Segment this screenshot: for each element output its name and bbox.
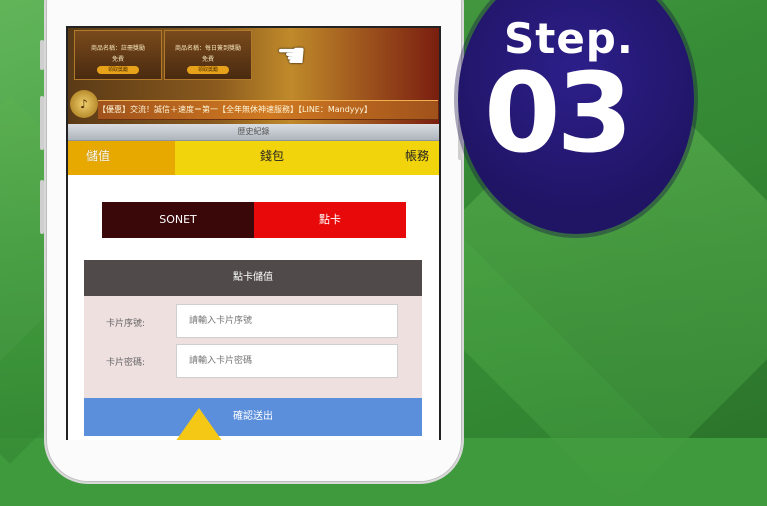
- phone-side-button: [40, 180, 44, 234]
- speaker-icon: ♪: [70, 90, 98, 118]
- serial-input[interactable]: [176, 304, 398, 338]
- promo-card: 商品名稱：註冊獎勵 免費 領取獎勵: [74, 30, 162, 80]
- phone-side-button: [40, 40, 44, 70]
- promo-card-price: 免費: [111, 56, 124, 63]
- tab-topup[interactable]: 儲值: [68, 141, 175, 175]
- point-card-form: 點卡儲值 卡片序號: 卡片密碼: 確認送出: [84, 260, 422, 440]
- claim-reward-button[interactable]: 領取獎勵: [97, 66, 139, 74]
- form-body: 卡片序號: 卡片密碼:: [84, 296, 422, 398]
- tab-wallet[interactable]: 錢包: [175, 141, 369, 175]
- payment-method-selector: SONET 點卡: [102, 202, 406, 238]
- claim-reward-button[interactable]: 領取獎勵: [187, 66, 229, 74]
- password-input[interactable]: [176, 344, 398, 378]
- submit-button[interactable]: 確認送出: [84, 398, 422, 436]
- form-title: 點卡儲值: [84, 260, 422, 296]
- method-sonet-button[interactable]: SONET: [102, 202, 254, 238]
- promo-card-title: 商品名稱：註冊獎勵: [90, 45, 145, 52]
- promo-card-price: 免費: [201, 56, 214, 63]
- promo-card: 商品名稱：每日簽到獎勵 免費 領取獎勵: [164, 30, 252, 80]
- promo-banner: 商品名稱：註冊獎勵 免費 領取獎勵 商品名稱：每日簽到獎勵 免費 領取獎勵 ☚ …: [68, 28, 439, 124]
- password-label: 卡片密碼:: [106, 358, 146, 368]
- phone-screen: 商品名稱：註冊獎勵 免費 領取獎勵 商品名稱：每日簽到獎勵 免費 領取獎勵 ☚ …: [66, 26, 441, 440]
- announcement-ticker: 【優惠】交流！誠信＋速度＝第一【全年無休神速服務】【LINE：Mandyyy】: [98, 100, 438, 120]
- tab-bar: 儲值 錢包 帳務: [68, 141, 439, 175]
- serial-label: 卡片序號:: [106, 319, 146, 329]
- step-number: 03: [484, 49, 633, 177]
- phone-side-button: [40, 96, 44, 150]
- tab-account[interactable]: 帳務: [369, 141, 439, 175]
- method-point-card-button[interactable]: 點卡: [254, 202, 406, 238]
- pointing-hand-icon: ☚: [276, 36, 307, 76]
- promo-card-title: 商品名稱：每日簽到獎勵: [174, 45, 241, 52]
- history-link[interactable]: 歷史紀錄: [68, 124, 439, 141]
- pointer-arrow-icon: [175, 408, 223, 440]
